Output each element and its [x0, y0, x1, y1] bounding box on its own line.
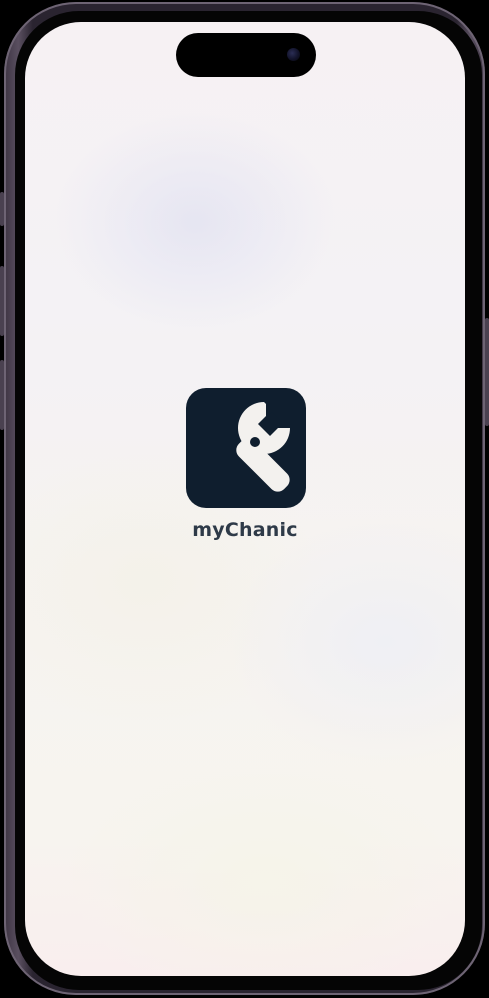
power-button: [485, 318, 489, 426]
wrench-icon: [236, 402, 290, 492]
page: myChanic: [0, 0, 489, 998]
splash-screen: myChanic: [25, 22, 465, 976]
app-name: myChanic: [192, 519, 298, 541]
dynamic-island: [176, 33, 316, 77]
front-camera-icon: [287, 48, 300, 61]
app-logo: [186, 388, 306, 508]
